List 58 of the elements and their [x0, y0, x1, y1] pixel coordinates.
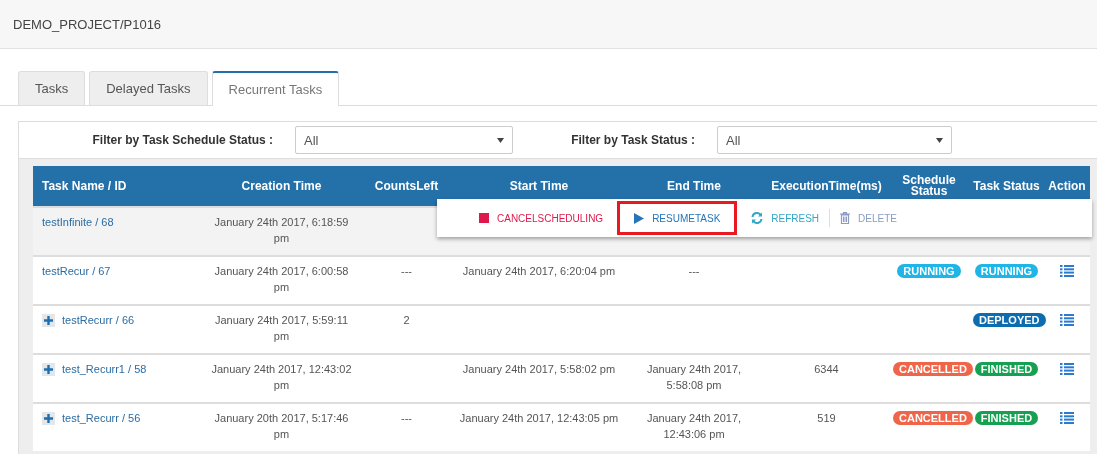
table-row[interactable]: test_Recurr1 / 58 January 24th 2017, 12:43:02 pm January 24th 2017, 5:58:02 pm January 24th 2017, 5:58:08 pm 6344 CANCELLED FINISHED: [33, 354, 1090, 403]
status-badge: CANCELLED: [893, 362, 973, 376]
table-cell: ---: [401, 265, 412, 277]
list-icon[interactable]: [1060, 412, 1074, 424]
caret-icon: [936, 137, 943, 143]
column-header: CountsLeft: [359, 166, 454, 207]
table-cell: January 24th 2017, 6:20:04 pm: [462, 265, 616, 277]
dropdown[interactable]: All: [717, 126, 952, 154]
trash-icon: [840, 212, 851, 224]
filter-label: Filter by Task Status :: [570, 133, 695, 147]
status-badge: RUNNING: [897, 264, 961, 278]
expand-icon[interactable]: [42, 411, 55, 425]
table-cell: January 24th 2017, 12:43:02 pm: [211, 363, 352, 391]
status-badge: DEPLOYED: [973, 313, 1046, 327]
tab[interactable]: Delayed Tasks: [89, 71, 208, 105]
breadcrumb: DEMO_PROJECT/P1016: [13, 16, 162, 32]
tab[interactable]: Recurrent Tasks: [211, 71, 340, 106]
task-link[interactable]: testRecurr / 66: [62, 312, 135, 328]
table-cell: January 24th 2017, 12:43:05 pm: [459, 412, 619, 424]
status-badge: FINISHED: [974, 362, 1039, 376]
stop-icon: [479, 213, 489, 223]
table-cell: January 24th 2017, 6:00:58 pm: [214, 265, 349, 293]
caret-icon: [497, 137, 504, 143]
table-cell: 6344: [814, 363, 839, 375]
table-row[interactable]: testRecur / 67 January 24th 2017, 6:00:58 pm --- January 24th 2017, 6:20:04 pm --- RUNNING RUNNING: [33, 256, 1090, 305]
table-cell: January 24th 2017, 12:43:06 pm: [646, 412, 742, 440]
table-row[interactable]: testRecurr / 66 January 24th 2017, 5:59:11 pm 2 DEPLOYED: [33, 305, 1090, 354]
status-badge: RUNNING: [974, 264, 1039, 278]
table-row[interactable]: test_Recurr / 56 January 20th 2017, 5:17:46 pm --- January 24th 2017, 12:43:05 pm January 24th 2017, 12:43:06 pm 519 CANCELLED FINISHED: [33, 403, 1090, 451]
tab[interactable]: Tasks: [18, 71, 86, 105]
play-icon: [634, 212, 645, 224]
menu-item[interactable]: RESUMETASK: [617, 201, 738, 235]
list-icon[interactable]: [1060, 363, 1074, 375]
filter-label: Filter by Task Schedule Status :: [91, 133, 273, 147]
table-cell: 519: [817, 412, 836, 424]
expand-icon[interactable]: [42, 362, 55, 376]
table-cell: January 24th 2017, 5:58:02 pm: [462, 363, 616, 375]
column-header: Creation Time: [204, 166, 359, 207]
task-link[interactable]: test_Recurr / 56: [62, 410, 141, 426]
table-cell: January 20th 2017, 5:17:46 pm: [214, 412, 349, 440]
task-link[interactable]: testRecur / 67: [42, 263, 111, 279]
dropdown[interactable]: All: [295, 126, 513, 154]
table-cell: ---: [401, 412, 412, 424]
status-badge: FINISHED: [974, 411, 1039, 425]
list-icon[interactable]: [1060, 314, 1074, 326]
task-link[interactable]: test_Recurr1 / 58: [62, 361, 147, 377]
refresh-icon: [751, 212, 764, 224]
task-link[interactable]: testInfinite / 68: [42, 214, 114, 230]
table-cell: January 24th 2017, 5:58:08 pm: [646, 363, 742, 391]
table-cell: ---: [688, 265, 700, 277]
status-badge: CANCELLED: [893, 411, 973, 425]
column-header: Task Name / ID: [33, 166, 204, 207]
list-icon[interactable]: [1060, 265, 1074, 277]
table-cell: January 24th 2017, 6:18:59 pm: [214, 216, 349, 244]
expand-icon[interactable]: [42, 313, 55, 327]
menu-item[interactable]: CANCELSCHEDULING: [469, 206, 614, 230]
table-cell: January 24th 2017, 5:59:11 pm: [214, 314, 349, 342]
table-cell: 2: [403, 314, 410, 326]
